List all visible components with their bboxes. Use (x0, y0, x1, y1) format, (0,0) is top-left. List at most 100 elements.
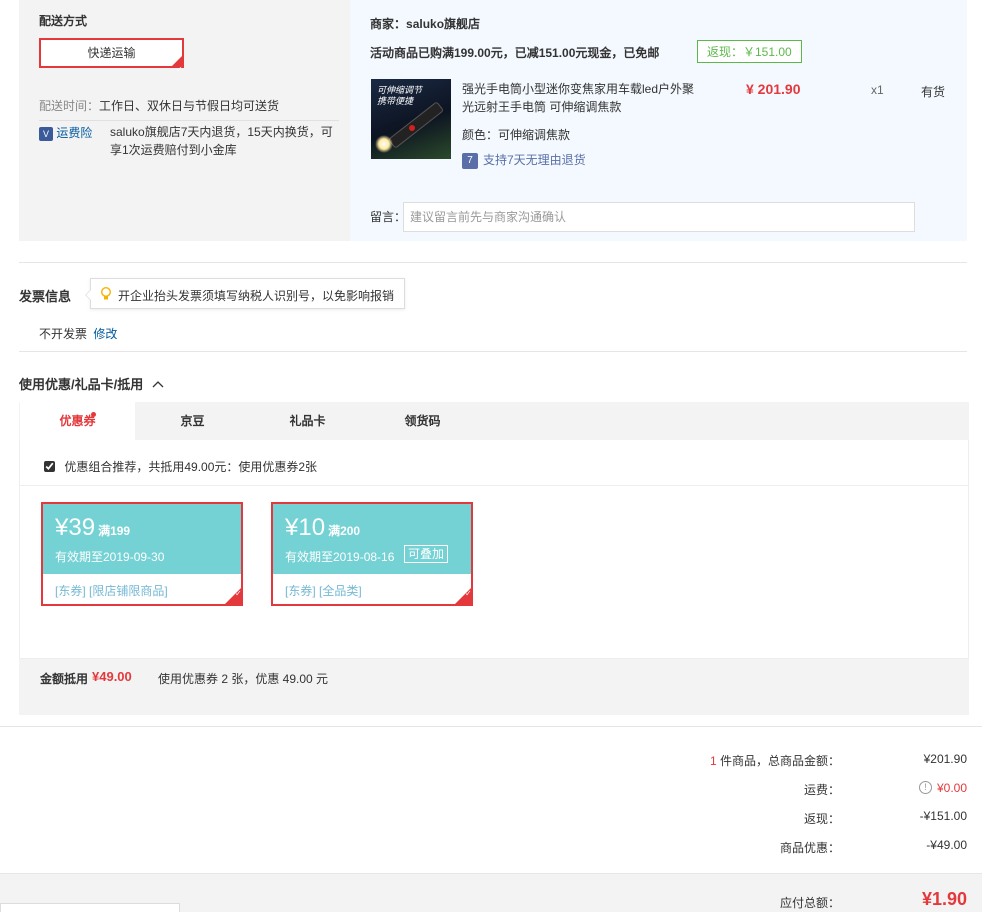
goods-total-value: ¥201.90 (923, 752, 967, 766)
delivery-method-button[interactable]: 快递运输 (39, 38, 184, 83)
product-color: 颜色：可伸缩调焦款 (462, 126, 570, 143)
shipping-panel: 配送方式 快递运输 配送时间：工作日、双休日与节假日均可送货 V 运费险 sal… (19, 0, 350, 241)
caption-line: 携带便捷 (377, 96, 414, 106)
coupon-amount: ¥39 满199 (55, 514, 130, 542)
address-box-edge (0, 903, 180, 912)
merchant-label: 商家： (370, 17, 407, 31)
delivery-time: 配送时间：工作日、双休日与节假日均可送货 (39, 97, 279, 114)
tab-label: 领货码 (404, 414, 441, 428)
selected-check-icon (454, 587, 472, 605)
coupon-condition: 满199 (98, 524, 131, 538)
product-name-line: 强光手电筒小型迷你变焦家用车载led户外聚 (462, 82, 695, 96)
product-quantity: x1 (871, 83, 884, 97)
item-count: 1 (709, 754, 717, 768)
coupon-amount: ¥10 满200 (285, 514, 360, 542)
shipping-fee-label: 运费： (803, 783, 840, 797)
shipping-fee-value: ¥0.00 (936, 780, 967, 795)
return-policy-icon: 7 (462, 152, 478, 169)
currency-symbol: ¥ (285, 514, 299, 541)
coupon-panel: 优惠组合推荐，共抵用49.00元：使用优惠券2张 ¥39 满199 有效期至201… (19, 440, 969, 659)
coupon-tags: [东券] [限店铺限商品] (55, 584, 168, 598)
delivery-time-label: 配送时间： (39, 99, 100, 113)
coupon-card-header: ¥10 满200 有效期至2019-08-16 可叠加 (273, 504, 471, 574)
coupon-expiry: 有效期至2019-09-30 (55, 550, 165, 564)
item-count-suffix: 件商品，总商品金额： (716, 754, 840, 768)
flashlight-button (409, 125, 415, 131)
shipping-insurance[interactable]: V 运费险 (39, 124, 92, 141)
color-value: 可伸缩调焦款 (498, 128, 571, 142)
delivery-method-label: 快递运输 (87, 46, 136, 60)
coupon-card[interactable]: ¥39 满199 有效期至2019-09-30 [东券] [限店铺限商品] (41, 502, 243, 606)
summary-amount: ¥49.00 (92, 669, 132, 684)
payable-value: ¥1.90 (921, 889, 967, 909)
stock-status: 有货 (921, 85, 946, 99)
promo-text: 活动商品已购满199.00元，已减151.00元现金，已免邮 (370, 46, 660, 60)
tab-label: 优惠券 (59, 414, 96, 428)
merchant-info: 商家：saluko旗舰店 (370, 15, 480, 32)
discount-value: -¥49.00 (926, 838, 967, 852)
color-label: 颜色： (462, 128, 499, 142)
invoice-edit-link[interactable]: 修改 (93, 327, 117, 341)
divider (39, 120, 339, 121)
return-policy-text: 支持7天无理由退货 (483, 153, 586, 167)
summary-description: 使用优惠券 2 张，优惠 49.00 元 (158, 672, 329, 686)
coupon-value: 10 (298, 514, 326, 541)
coupon-card[interactable]: ¥10 满200 有效期至2019-08-16 可叠加 [东券] [全品类] (271, 502, 473, 606)
tab-gift-card[interactable]: 礼品卡 (250, 402, 365, 440)
note-input[interactable] (403, 202, 915, 232)
goods-total-label: 1 件商品，总商品金额： (540, 752, 840, 769)
shipping-fee-row: ! ¥0.00 (847, 780, 967, 795)
divider (19, 262, 967, 263)
insurance-desc-line: 享1次运费赔付到小金库 (110, 143, 237, 157)
rebate-value: -¥151.00 (919, 809, 967, 823)
tab-jingdou[interactable]: 京豆 (135, 402, 250, 440)
insurance-link[interactable]: 运费险 (56, 126, 92, 140)
combo-recommend-row[interactable]: 优惠组合推荐，共抵用49.00元：使用优惠券2张 (44, 458, 317, 475)
store-panel: 商家：saluko旗舰店 活动商品已购满199.00元，已减151.00元现金，… (350, 0, 967, 241)
insurance-description: saluko旗舰店7天内退货，15天内换货，可 享1次运费赔付到小金库 (110, 123, 333, 159)
insurance-desc-line: saluko旗舰店7天内退货，15天内换货，可 (110, 125, 333, 139)
product-price: ¥ 201.90 (746, 81, 801, 97)
flashlight-body (387, 101, 445, 149)
summary-label: 金额抵用 (40, 672, 89, 686)
coupon-summary: 金额抵用 ¥49.00 使用优惠券 2 张，优惠 49.00 元 (19, 659, 969, 715)
tab-notification-dot (91, 412, 96, 417)
stackable-badge: 可叠加 (404, 545, 449, 563)
divider (0, 726, 982, 727)
invoice-status-row: 不开发票 修改 (39, 325, 117, 342)
combo-recommend-checkbox[interactable] (44, 461, 55, 472)
divider (20, 485, 968, 486)
coupon-tabs: 优惠券 京豆 礼品卡 领货码 (19, 402, 969, 440)
product-image-caption: 可伸缩调节 携带便捷 (377, 85, 422, 107)
coupon-section-toggle[interactable]: 使用优惠/礼品卡/抵用 (19, 374, 164, 393)
delivery-time-value: 工作日、双休日与节假日均可送货 (99, 99, 280, 113)
flashlight-beam (375, 135, 393, 153)
divider (19, 351, 967, 352)
selected-check-icon (224, 587, 242, 605)
invoice-tip-text: 开企业抬头发票须填写纳税人识别号，以免影响报销 (118, 289, 395, 303)
tab-coupons[interactable]: 优惠券 (20, 402, 135, 440)
combo-recommend-text: 优惠组合推荐，共抵用49.00元：使用优惠券2张 (64, 460, 318, 474)
note-label: 留言： (370, 210, 407, 224)
return-policy[interactable]: 7 支持7天无理由退货 (462, 151, 586, 169)
coupon-section-title: 使用优惠/礼品卡/抵用 (19, 377, 144, 392)
insurance-shield-icon: V (39, 127, 53, 141)
payable-label: 应付总额： (779, 896, 840, 910)
lightbulb-icon (101, 287, 111, 300)
invoice-status: 不开发票 (39, 327, 88, 341)
rebate-tag: 返现：￥151.00 (697, 40, 802, 63)
shipping-title: 配送方式 (39, 14, 88, 28)
tab-label: 京豆 (180, 414, 205, 428)
caption-line: 可伸缩调节 (377, 85, 423, 95)
coupon-tags: [东券] [全品类] (285, 584, 362, 598)
tab-redeem-code[interactable]: 领货码 (365, 402, 480, 440)
invoice-title: 发票信息 (19, 289, 72, 304)
product-image[interactable]: 可伸缩调节 携带便捷 (371, 79, 451, 159)
info-icon[interactable]: ! (918, 781, 932, 795)
chevron-up-icon (152, 381, 164, 388)
selected-check-icon (171, 55, 183, 83)
product-name-line: 光远射王手电筒 可伸缩调焦款 (462, 100, 622, 114)
merchant-name: saluko旗舰店 (406, 17, 481, 31)
product-name[interactable]: 强光手电筒小型迷你变焦家用车载led户外聚 光远射王手电筒 可伸缩调焦款 (462, 80, 702, 116)
coupon-expiry: 有效期至2019-08-16 (285, 550, 395, 564)
